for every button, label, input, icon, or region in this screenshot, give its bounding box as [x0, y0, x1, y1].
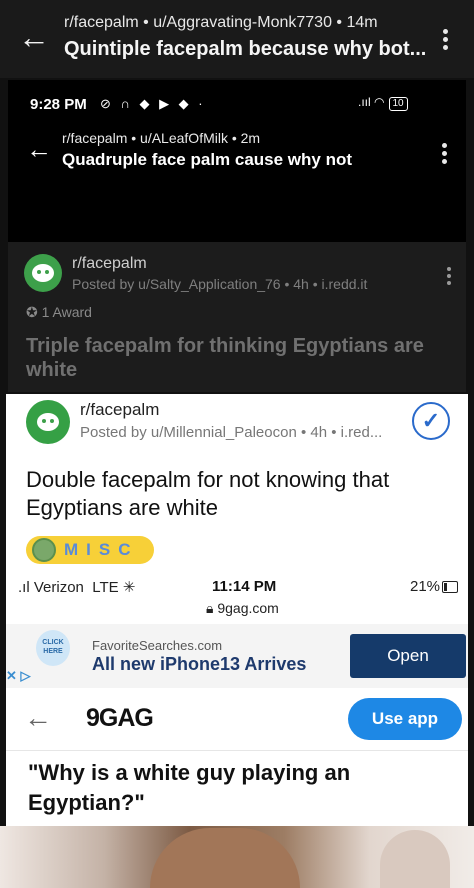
status-time: 9:28 PM	[30, 96, 87, 113]
reddit-alien-icon	[37, 413, 59, 431]
flair-label: MISC	[64, 540, 139, 559]
signal-icon: .ııl	[358, 95, 371, 109]
url-text: 9gag.com	[217, 600, 279, 616]
battery-status: 21%	[410, 578, 459, 595]
post-title: "Why is a white guy playing an Egyptian?…	[28, 760, 351, 815]
ad-close-icon[interactable]: ✕ ▷	[6, 668, 31, 684]
subreddit-avatar	[24, 254, 62, 292]
more-options-icon	[438, 140, 450, 166]
gag-logo[interactable]: 9GAG	[86, 704, 154, 733]
battery-icon	[442, 581, 459, 594]
ad-title[interactable]: All new iPhone13 Arrives	[92, 654, 306, 675]
status-icons: ⊘ ∩ ◆ ▶ ◆ ·	[100, 96, 206, 111]
use-app-button[interactable]: Use app	[348, 698, 462, 740]
reddit-alien-icon	[32, 264, 54, 282]
battery-icon: 10	[388, 97, 408, 111]
ad-open-button[interactable]: Open	[350, 634, 466, 678]
status-time: 11:14 PM	[212, 578, 277, 595]
post-byline: Posted by u/Salty_Application_76 • 4h • …	[72, 276, 368, 292]
post-meta: r/facepalm • u/Aggravating-Monk7730 • 14…	[64, 14, 378, 31]
post-title: Quintiple facepalm because why bot...	[64, 38, 427, 60]
back-arrow-icon[interactable]: ←	[18, 20, 52, 54]
carrier-name: Verizon	[33, 579, 84, 596]
post-title: Double facepalm for not knowing that Egy…	[26, 467, 390, 520]
more-options-icon[interactable]	[438, 26, 452, 56]
check-icon: ✓	[412, 402, 450, 440]
battery-percent: 21%	[410, 578, 441, 595]
subreddit-avatar	[26, 400, 70, 444]
carrier-status: .ıl Verizon LTE ✳	[18, 578, 135, 596]
reddit-header: ← r/facepalm • u/Aggravating-Monk7730 • …	[0, 0, 474, 78]
award-badge: ✪ 1 Award	[26, 304, 92, 321]
wifi-icon: ◠	[374, 95, 385, 109]
more-options-icon	[444, 264, 454, 290]
status-right: .ııl ◠ 10	[358, 95, 408, 111]
ad-site: FavoriteSearches.com	[92, 638, 223, 653]
back-arrow-icon: ←	[26, 134, 52, 164]
network-type: LTE	[92, 579, 119, 596]
flair-badge: MISC	[26, 536, 154, 564]
subreddit-name: r/facepalm	[80, 400, 160, 419]
ad-logo: CLICK HERE	[36, 630, 70, 666]
post-byline: Posted by u/Millennial_Paleocon • 4h • i…	[80, 424, 383, 441]
loading-icon: ✳	[122, 579, 136, 596]
flair-icon	[32, 538, 56, 562]
award-icon: ✪	[26, 304, 38, 320]
award-label: 1 Award	[41, 304, 92, 320]
post-title: Quadruple face palm cause why not	[62, 150, 353, 169]
lock-icon: 🔒︎	[206, 600, 214, 616]
subreddit-name: r/facepalm	[72, 255, 147, 272]
signal-icon: .ıl	[18, 579, 30, 596]
url-bar[interactable]: 🔒︎ 9gag.com	[206, 600, 279, 617]
post-meta: r/facepalm • u/ALeafOfMilk • 2m	[62, 130, 261, 146]
back-arrow-icon[interactable]: ←	[24, 702, 52, 734]
post-title: Triple facepalm for thinking Egyptians a…	[26, 335, 424, 381]
